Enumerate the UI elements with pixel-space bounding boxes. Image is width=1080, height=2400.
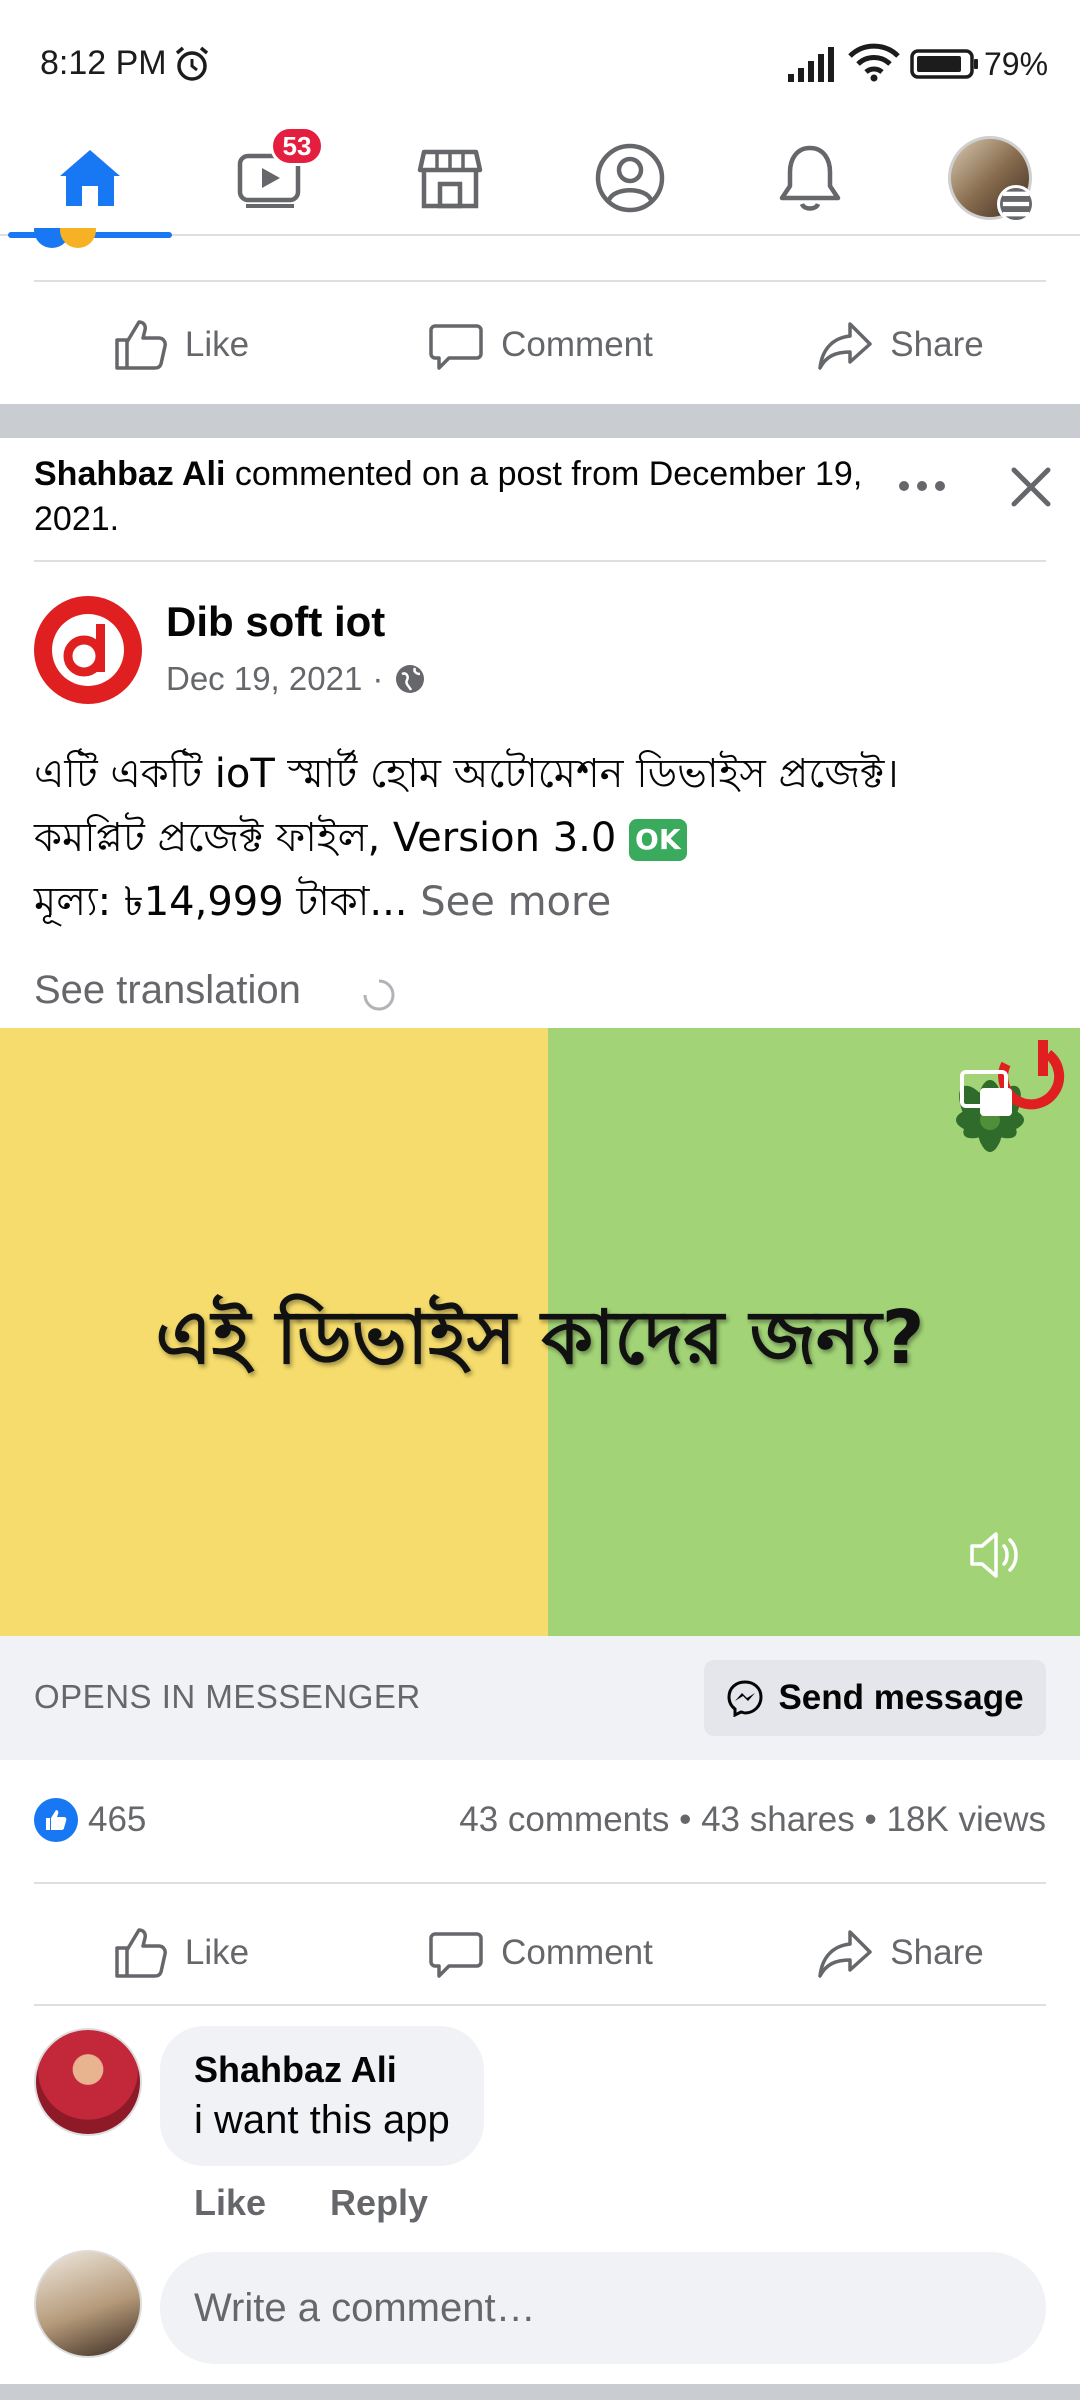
page-name[interactable]: Dib soft iot <box>166 598 385 646</box>
post-text-line: এটি একটি ioT স্মার্ট হোম অটোমেশন ডিভাইস … <box>34 751 899 797</box>
wifi-icon <box>848 43 900 82</box>
home-icon <box>60 150 120 206</box>
post-meta: Dec 19, 2021 · <box>166 660 427 698</box>
menu-icon <box>997 185 1035 223</box>
tab-home[interactable] <box>0 120 180 238</box>
story-header: Shahbaz Ali commented on a post from Dec… <box>34 452 864 542</box>
like-reaction-icon[interactable] <box>34 1798 78 1842</box>
post-date[interactable]: Dec 19, 2021 <box>166 660 362 698</box>
previous-post-footer: Like Comment Share <box>0 228 1080 404</box>
volume-icon[interactable] <box>966 1524 1028 1586</box>
comment-like-button[interactable]: Like <box>194 2182 266 2224</box>
story-actor[interactable]: Shahbaz Ali <box>34 455 225 493</box>
reaction-icons <box>34 228 96 248</box>
video-player[interactable]: এই ডিভাইস কাদের জন্য? <box>0 1028 1080 1636</box>
tab-notifications[interactable] <box>720 120 900 236</box>
divider <box>34 560 1046 562</box>
like-button[interactable]: Like <box>0 1898 360 2008</box>
signal-icon <box>788 47 834 82</box>
post-text-segment: কমপ্লিট প্রজেক্ট ফাইল, Version 3.0 <box>34 815 617 861</box>
messenger-cta-bar: OPENS IN MESSENGER Send message <box>0 1636 1080 1760</box>
comment-author[interactable]: Shahbaz Ali <box>194 2046 450 2094</box>
comment-label: Comment <box>501 325 653 364</box>
marketplace-icon <box>417 149 483 209</box>
engagement-row: 465 43 comments • 43 shares • 18K views <box>0 1780 1080 1860</box>
video-notification-badge: 53 <box>270 126 324 166</box>
alarm-icon <box>175 46 209 81</box>
comment-actions: Like Reply <box>194 2182 428 2224</box>
share-label: Share <box>890 1933 984 1972</box>
comment-reply-button[interactable]: Reply <box>330 2182 428 2224</box>
status-bar: 8:12 PM 79% <box>0 0 1080 120</box>
comment-label: Comment <box>501 1933 653 1972</box>
tab-marketplace[interactable] <box>360 120 540 236</box>
see-translation-link[interactable]: See translation <box>34 968 301 1013</box>
tab-video[interactable] <box>180 120 360 236</box>
comment-bubble[interactable]: Shahbaz Ali i want this app <box>160 2026 484 2166</box>
messenger-icon <box>727 1680 763 1717</box>
like-icon <box>115 320 167 370</box>
like-count[interactable]: 465 <box>88 1800 146 1840</box>
feed-separator <box>0 2384 1080 2400</box>
like-icon <box>115 1928 167 1978</box>
send-message-button[interactable]: Send message <box>704 1660 1046 1736</box>
battery-icon <box>910 49 978 79</box>
commenter-avatar[interactable] <box>34 2028 142 2136</box>
profile-icon <box>595 143 665 213</box>
engagement-summary[interactable]: 43 comments • 43 shares • 18K views <box>459 1800 1046 1840</box>
meta-separator: · <box>372 660 384 697</box>
ok-emoji-icon: OK <box>629 819 687 861</box>
post-actions: Like Comment Share <box>0 1898 1080 2008</box>
comment-icon <box>429 324 483 370</box>
dib-logo-icon <box>52 614 124 686</box>
tab-profile[interactable] <box>540 120 720 236</box>
see-more-link[interactable]: See more <box>408 879 611 925</box>
divider <box>34 2004 1046 2006</box>
more-options-icon[interactable] <box>892 466 952 506</box>
globe-icon <box>396 665 425 693</box>
top-nav: 53 <box>0 120 1080 238</box>
share-label: Share <box>890 325 984 364</box>
share-icon <box>818 322 873 370</box>
post-text-line: মূল্য: ৳14,999 টাকা... See more <box>34 870 1044 934</box>
comment-button[interactable]: Comment <box>360 290 720 400</box>
my-avatar <box>34 2250 142 2358</box>
share-button[interactable]: Share <box>720 290 1080 400</box>
status-time: 8:12 PM <box>40 44 167 82</box>
post-text: এটি একটি ioT স্মার্ট হোম অটোমেশন ডিভাইস … <box>34 742 1044 934</box>
comment-input[interactable] <box>160 2252 1046 2364</box>
menu-avatar <box>948 136 1035 223</box>
picture-in-picture-icon[interactable] <box>958 1066 1018 1126</box>
loading-spinner-icon <box>363 979 395 1011</box>
bell-icon <box>779 145 841 211</box>
like-label: Like <box>184 1933 250 1972</box>
send-message-label: Send message <box>778 1678 1024 1717</box>
like-label: Like <box>184 325 250 364</box>
comment-icon <box>429 1932 483 1978</box>
feed-separator <box>0 404 1080 438</box>
battery-percent: 79% <box>984 46 1049 82</box>
tab-menu[interactable] <box>900 120 1080 236</box>
cta-label: OPENS IN MESSENGER <box>34 1678 421 1715</box>
page-avatar[interactable] <box>34 596 142 704</box>
post-text-segment: মূল্য: ৳14,999 টাকা... <box>34 879 408 925</box>
divider <box>34 1882 1046 1884</box>
previous-post-actions: Like Comment Share <box>0 290 1080 400</box>
video-title: এই ডিভাইস কাদের জন্য? <box>155 1295 925 1381</box>
divider <box>34 280 1046 282</box>
comment-text: i want this app <box>194 2098 450 2142</box>
share-icon <box>818 1930 873 1978</box>
close-icon[interactable] <box>1006 462 1056 512</box>
share-button[interactable]: Share <box>720 1898 1080 2008</box>
like-button[interactable]: Like <box>0 290 360 400</box>
post-text-line: কমপ্লিট প্রজেক্ট ফাইল, Version 3.0 OK <box>34 806 1044 870</box>
comment-button[interactable]: Comment <box>360 1898 720 2008</box>
